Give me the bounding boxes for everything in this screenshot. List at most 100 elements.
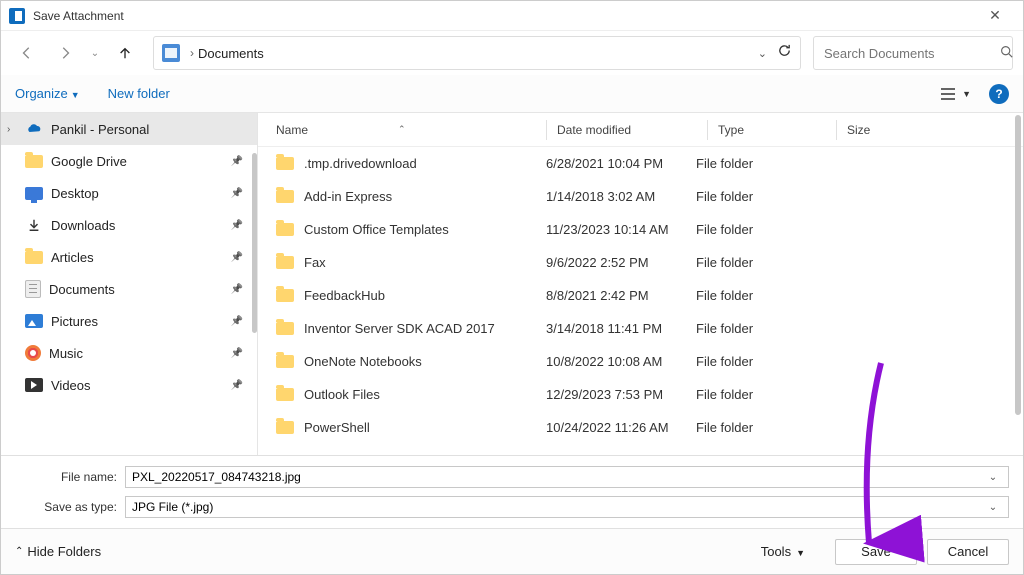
filename-value[interactable] xyxy=(132,470,984,484)
tree-item[interactable]: Articles📌 xyxy=(1,241,257,273)
tree-item[interactable]: Downloads📌 xyxy=(1,209,257,241)
file-name: Fax xyxy=(304,255,326,270)
col-name[interactable]: Name xyxy=(276,123,308,137)
close-button[interactable]: ✕ xyxy=(975,2,1015,30)
music-icon xyxy=(25,345,41,361)
file-list: Name ⌃ Date modified Type Size .tmp.drive… xyxy=(258,113,1023,455)
tree-item[interactable]: Music📌 xyxy=(1,337,257,369)
recent-dropdown[interactable]: ⌄ xyxy=(87,37,103,69)
onedrive-icon xyxy=(25,122,43,136)
tree-item-label: Documents xyxy=(49,282,115,297)
tree-root[interactable]: › Pankil - Personal xyxy=(1,113,257,145)
search-box[interactable] xyxy=(813,36,1013,70)
folder-icon xyxy=(25,251,43,264)
file-row[interactable]: .tmp.drivedownload6/28/2021 10:04 PMFile… xyxy=(276,147,1023,180)
forward-button[interactable] xyxy=(49,37,81,69)
col-type[interactable]: Type xyxy=(718,123,836,137)
cancel-button[interactable]: Cancel xyxy=(927,539,1009,565)
folder-icon xyxy=(276,190,294,203)
savetype-dropdown[interactable]: ⌄ xyxy=(984,502,1002,513)
sort-asc-icon[interactable]: ⌃ xyxy=(398,124,406,135)
file-date: 11/23/2023 10:14 AM xyxy=(546,222,696,237)
folder-icon xyxy=(276,388,294,401)
chevron-down-icon[interactable]: ⌄ xyxy=(758,47,767,60)
hide-folders-button[interactable]: ⌃ Hide Folders xyxy=(15,544,101,559)
pin-icon: 📌 xyxy=(231,380,243,391)
file-name: Inventor Server SDK ACAD 2017 xyxy=(304,321,495,336)
file-type: File folder xyxy=(696,420,814,435)
file-type: File folder xyxy=(696,354,814,369)
organize-button[interactable]: Organize▼ xyxy=(15,86,80,101)
chevron-right-icon[interactable]: › xyxy=(7,124,17,135)
location-icon xyxy=(162,44,180,62)
file-row[interactable]: Outlook Files12/29/2023 7:53 PMFile fold… xyxy=(276,378,1023,411)
file-row[interactable]: Inventor Server SDK ACAD 2017 3/14/2018 1… xyxy=(276,312,1023,345)
folder-icon xyxy=(276,355,294,368)
title-bar: Save Attachment ✕ xyxy=(1,1,1023,31)
save-button[interactable]: Save xyxy=(835,539,917,565)
tools-button[interactable]: Tools▼ xyxy=(761,544,805,559)
tree-scrollbar[interactable] xyxy=(252,153,257,333)
filename-dropdown[interactable]: ⌄ xyxy=(984,472,1002,483)
tree-item[interactable]: Documents📌 xyxy=(1,273,257,305)
download-icon xyxy=(25,218,43,232)
file-date: 10/8/2022 10:08 AM xyxy=(546,354,696,369)
video-icon xyxy=(25,378,43,392)
pin-icon: 📌 xyxy=(231,156,243,167)
folder-icon xyxy=(276,289,294,302)
refresh-button[interactable] xyxy=(777,43,792,63)
file-name: OneNote Notebooks xyxy=(304,354,422,369)
file-row[interactable]: OneNote Notebooks 10/8/2022 10:08 AMFile … xyxy=(276,345,1023,378)
file-row[interactable]: Add-in Express1/14/2018 3:02 AMFile fold… xyxy=(276,180,1023,213)
breadcrumb-location[interactable]: Documents xyxy=(198,46,264,61)
savetype-select[interactable]: JPG File (*.jpg) ⌄ xyxy=(125,496,1009,518)
main-area: › Pankil - Personal Google Drive 📌 Desktop… xyxy=(1,113,1023,455)
file-date: 8/8/2021 2:42 PM xyxy=(546,288,696,303)
folder-icon xyxy=(276,256,294,269)
folder-icon xyxy=(276,421,294,434)
tree-item-label: Desktop xyxy=(51,186,99,201)
doc-icon xyxy=(25,280,41,298)
tree-item[interactable]: Google Drive 📌 xyxy=(1,145,257,177)
file-type: File folder xyxy=(696,321,814,336)
list-scrollbar[interactable] xyxy=(1015,115,1021,415)
file-type: File folder xyxy=(696,222,814,237)
folder-icon xyxy=(276,322,294,335)
file-name: FeedbackHub xyxy=(304,288,385,303)
address-bar[interactable]: › Documents ⌄ xyxy=(153,36,801,70)
col-size[interactable]: Size xyxy=(847,123,927,137)
tree-item-label: Videos xyxy=(51,378,91,393)
col-date[interactable]: Date modified xyxy=(557,123,707,137)
folder-tree[interactable]: › Pankil - Personal Google Drive 📌 Desktop… xyxy=(1,113,258,455)
tree-item-label: Downloads xyxy=(51,218,115,233)
tree-item[interactable]: Videos 📌 xyxy=(1,369,257,401)
file-row[interactable]: Custom Office Templates11/23/2023 10:14 … xyxy=(276,213,1023,246)
tree-item-label: Google Drive xyxy=(51,154,127,169)
tree-item-label: Music xyxy=(49,346,83,361)
back-button[interactable] xyxy=(11,37,43,69)
toolbar: Organize▼ New folder ▼ ? xyxy=(1,75,1023,113)
file-name: Add-in Express xyxy=(304,189,392,204)
file-row[interactable]: FeedbackHub8/8/2021 2:42 PMFile folder xyxy=(276,279,1023,312)
file-header[interactable]: Name ⌃ Date modified Type Size xyxy=(258,113,1023,147)
file-date: 12/29/2023 7:53 PM xyxy=(546,387,696,402)
new-folder-button[interactable]: New folder xyxy=(108,86,170,101)
filename-input[interactable]: ⌄ xyxy=(125,466,1009,488)
up-button[interactable] xyxy=(109,37,141,69)
search-icon xyxy=(1000,45,1013,61)
file-date: 3/14/2018 11:41 PM xyxy=(546,321,696,336)
navigation-row: ⌄ › Documents ⌄ xyxy=(1,31,1023,75)
file-row[interactable]: PowerShell10/24/2022 11:26 AMFile folder xyxy=(276,411,1023,444)
chevron-right-icon: › xyxy=(190,46,194,60)
file-row[interactable]: Fax9/6/2022 2:52 PMFile folder xyxy=(276,246,1023,279)
tree-item[interactable]: Desktop📌 xyxy=(1,177,257,209)
tree-item[interactable]: Pictures📌 xyxy=(1,305,257,337)
file-date: 6/28/2021 10:04 PM xyxy=(546,156,696,171)
file-name: Outlook Files xyxy=(304,387,380,402)
file-name: PowerShell xyxy=(304,420,370,435)
help-button[interactable]: ? xyxy=(989,84,1009,104)
file-type: File folder xyxy=(696,189,814,204)
search-input[interactable] xyxy=(824,46,1000,61)
tree-item-label: Pictures xyxy=(51,314,98,329)
view-mode-button[interactable]: ▼ xyxy=(940,87,971,101)
